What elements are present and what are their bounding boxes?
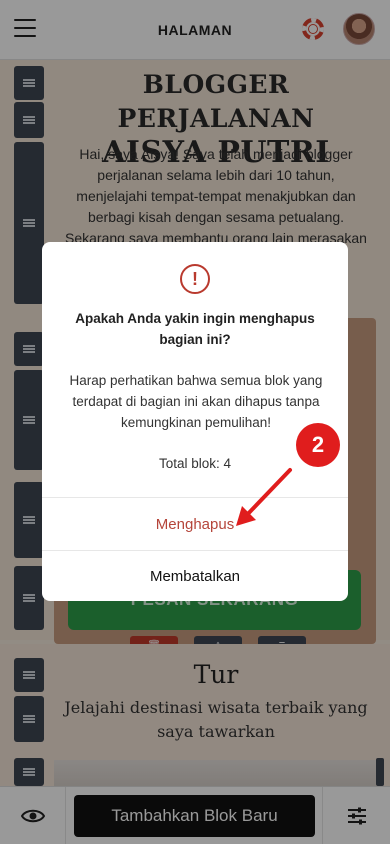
step-arrow-icon [236, 468, 292, 526]
step-number-badge: 2 [296, 423, 340, 467]
alert-circle-icon: ! [180, 264, 210, 294]
dialog-title: Apakah Anda yakin ingin menghapus bagian… [75, 311, 315, 347]
dialog-message: Harap perhatikan bahwa semua blok yang t… [69, 373, 323, 430]
delete-confirmation-dialog: ! Apakah Anda yakin ingin menghapus bagi… [42, 242, 348, 601]
confirm-delete-label: Menghapus [155, 515, 235, 533]
confirm-delete-button[interactable]: Menghapus [42, 497, 348, 550]
cancel-button[interactable]: Membatalkan [42, 550, 348, 601]
cancel-label: Membatalkan [149, 567, 241, 585]
